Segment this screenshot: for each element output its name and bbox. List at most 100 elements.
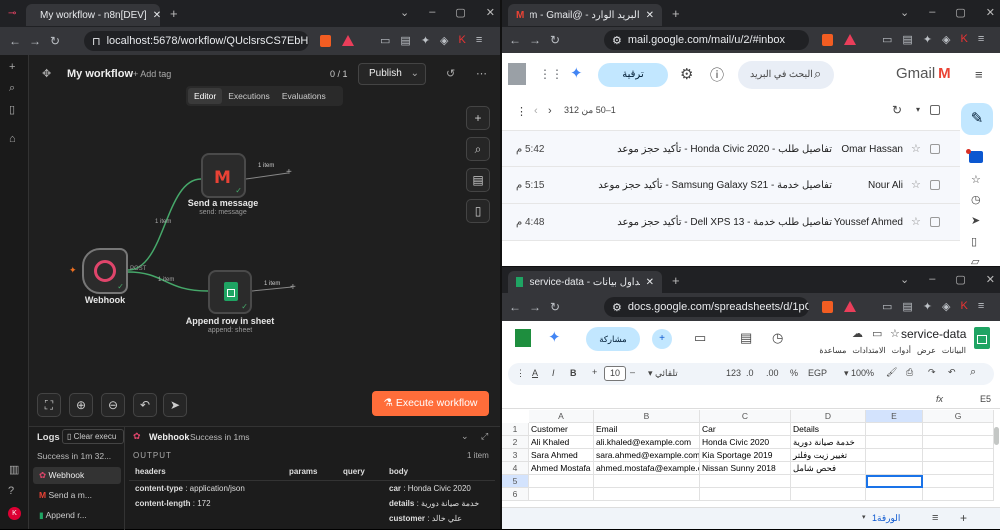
email-row[interactable]: 5:15 م تفاصيل خدمة - Samsung Galaxy S21 … — [502, 167, 960, 204]
cell[interactable]: Details — [791, 423, 866, 436]
font-dropdown[interactable]: ▾ تلقائي — [648, 368, 692, 379]
close-window-icon[interactable]: ✕ — [986, 273, 995, 286]
main-menu-icon[interactable]: ≡ — [975, 67, 983, 82]
brave-rewards-icon[interactable] — [844, 34, 856, 45]
vertical-scrollbar[interactable] — [994, 427, 999, 445]
gemini-icon[interactable]: ✦ — [548, 328, 561, 346]
italic-icon[interactable]: I — [552, 368, 555, 378]
zoom-in-button[interactable]: ⊕ — [69, 393, 93, 417]
cell[interactable]: Customer — [529, 423, 594, 436]
collapse-icon[interactable]: ⌄ — [461, 431, 469, 442]
clear-execution-button[interactable]: ▯ Clear execu — [62, 429, 124, 444]
snoozed-rail-icon[interactable]: ◷ — [971, 193, 981, 206]
bold-icon[interactable]: B — [570, 368, 577, 378]
wallet-icon[interactable]: ▤ — [400, 34, 410, 47]
star-icon[interactable]: ☆ — [911, 215, 921, 228]
select-all-checkbox[interactable] — [930, 105, 940, 115]
share-button[interactable]: مشاركة — [586, 327, 640, 351]
cell[interactable]: خدمة صيانة دورية — [791, 436, 866, 449]
back-icon[interactable]: ← — [6, 32, 24, 50]
cell[interactable] — [866, 488, 923, 501]
url-field[interactable]: ⚙ docs.google.com/spreadsheets/d/1pOwU..… — [604, 297, 809, 317]
list-more-icon[interactable]: ⋮ — [516, 105, 527, 118]
tab-n8n[interactable]: My workflow - n8n[DEV] ✕ — [26, 4, 160, 26]
currency-format[interactable]: EGP — [808, 368, 827, 378]
reload-icon[interactable]: ↻ — [546, 298, 564, 316]
more-rail-icon[interactable]: ▱ — [971, 255, 979, 266]
url-field[interactable]: ⚙ mail.google.com/mail/u/2/#inbox — [604, 30, 809, 50]
expand-icon[interactable]: ⤢ — [481, 431, 488, 442]
forward-icon[interactable]: → — [26, 32, 44, 50]
sheet-tab-menu-icon[interactable]: ▾ — [862, 513, 866, 521]
cell[interactable] — [594, 488, 700, 501]
cell[interactable]: Car — [700, 423, 791, 436]
cell[interactable] — [529, 475, 594, 488]
row-header[interactable]: 6 — [502, 488, 529, 501]
brave-shield-icon[interactable] — [822, 34, 833, 46]
col-header[interactable]: D — [791, 410, 866, 423]
mail-rail-icon[interactable] — [969, 151, 983, 163]
row-checkbox[interactable] — [930, 217, 940, 227]
cast-icon[interactable]: ▭ — [882, 300, 892, 313]
tab-search-icon[interactable]: ⌄ — [900, 273, 909, 286]
cell[interactable] — [866, 423, 923, 436]
row-header[interactable]: 1 — [502, 423, 529, 436]
print-icon[interactable]: ⎙ — [906, 367, 913, 378]
email-row[interactable]: 4:48 م تفاصيل طلب خدمة - Dell XPS 13 - ت… — [502, 204, 960, 241]
brave-shield-icon[interactable] — [320, 35, 331, 47]
vpn-icon[interactable]: ◈ — [440, 34, 448, 47]
row-header[interactable]: 3 — [502, 449, 529, 462]
url-field[interactable]: ⊓ localhost:5678/workflow/QUclsrsCS7EbHS… — [84, 31, 309, 51]
cell[interactable] — [700, 475, 791, 488]
cell[interactable] — [923, 475, 994, 488]
meet-icon[interactable]: ▭ — [694, 330, 706, 346]
webhook-node[interactable]: ✓ — [82, 248, 128, 294]
font-size-minus-icon[interactable]: – — [630, 367, 635, 377]
upgrade-button[interactable]: ترقية — [598, 63, 668, 87]
decrease-decimal-icon[interactable]: .0 — [746, 368, 754, 378]
row-header[interactable]: 5 — [502, 475, 529, 488]
sheet-grid[interactable]: A B C D E G 1 2 3 4 5 6 Customer Email C… — [502, 410, 994, 501]
maximize-icon[interactable]: ▢ — [455, 6, 465, 19]
search-icon[interactable]: ⌕ — [970, 366, 976, 379]
ai-icon[interactable]: ✦ — [421, 34, 430, 47]
cell[interactable]: Ahmed Mostafa — [529, 462, 594, 475]
cell[interactable]: ahmed.mostafa@example.com — [594, 462, 700, 475]
reload-icon[interactable]: ↻ — [546, 31, 564, 49]
cell[interactable]: فحص شامل — [791, 462, 866, 475]
cell[interactable]: ali.khaled@example.com — [594, 436, 700, 449]
cell[interactable] — [923, 462, 994, 475]
all-sheets-icon[interactable]: ≡ — [932, 512, 938, 524]
text-color-icon[interactable]: A — [532, 368, 538, 378]
forward-icon[interactable]: → — [526, 31, 544, 49]
paint-format-icon[interactable]: 🖌 — [886, 367, 897, 378]
gmail-output-plus-icon[interactable]: + — [286, 167, 292, 178]
email-row[interactable]: 5:42 م تفاصيل طلب - Honda Civic 2020 - ت… — [502, 130, 960, 167]
star-icon[interactable]: ☆ — [890, 327, 900, 340]
gemini-icon[interactable]: ✦ — [570, 64, 583, 82]
profile-icon[interactable]: K — [459, 34, 466, 47]
add-person-icon[interactable]: + — [652, 329, 672, 349]
menu-data[interactable]: البيانات — [942, 346, 966, 355]
close-window-icon[interactable]: ✕ — [486, 6, 495, 19]
tab-close-icon[interactable]: ✕ — [646, 277, 654, 288]
col-header[interactable]: E — [866, 410, 923, 423]
forward-icon[interactable]: → — [526, 298, 544, 316]
font-size-plus-icon[interactable]: + — [592, 367, 597, 377]
menu-view[interactable]: عرض — [917, 346, 936, 355]
tidy-up-button[interactable]: ➤ — [163, 393, 187, 417]
cell[interactable] — [594, 475, 700, 488]
menu-icon[interactable]: ≡ — [476, 34, 482, 47]
tab-search-icon[interactable]: ⌄ — [900, 6, 909, 19]
back-icon[interactable]: ← — [506, 31, 524, 49]
sheet-tab[interactable]: الورقة1 — [872, 513, 900, 524]
row-checkbox[interactable] — [930, 180, 940, 190]
menu-help[interactable]: مساعدة — [819, 346, 846, 355]
maximize-icon[interactable]: ▢ — [955, 6, 965, 19]
row-header[interactable]: 2 — [502, 436, 529, 449]
cell[interactable] — [923, 488, 994, 501]
cell[interactable]: Nissan Sunny 2018 — [700, 462, 791, 475]
increase-decimal-icon[interactable]: .00 — [766, 368, 779, 378]
col-header[interactable]: B — [594, 410, 700, 423]
row-checkbox[interactable] — [930, 144, 940, 154]
